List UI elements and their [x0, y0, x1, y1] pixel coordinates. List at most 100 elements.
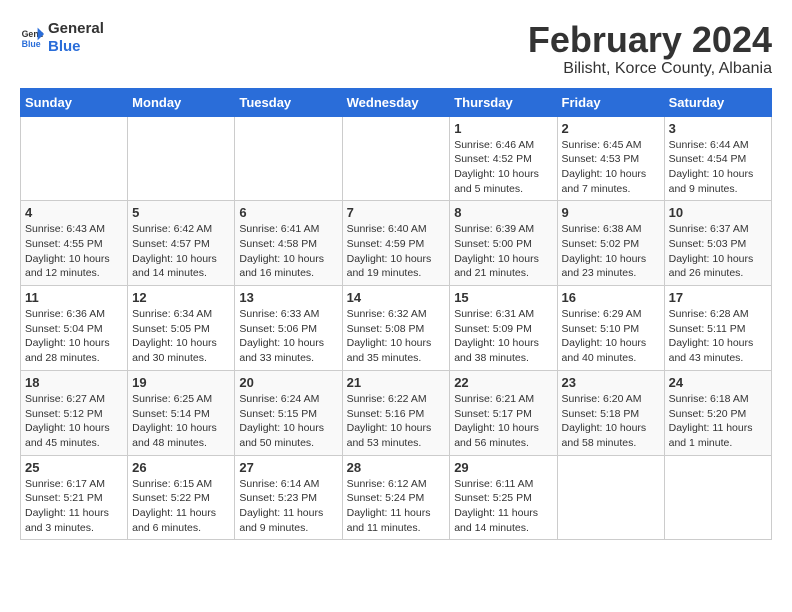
day-info: Sunrise: 6:18 AM Sunset: 5:20 PM Dayligh… [669, 392, 767, 451]
calendar-cell: 16Sunrise: 6:29 AM Sunset: 5:10 PM Dayli… [557, 286, 664, 371]
day-info: Sunrise: 6:38 AM Sunset: 5:02 PM Dayligh… [562, 222, 660, 281]
calendar-cell: 21 Sunrise: 6:22 AM Sunset: 5:16 PM Dayli… [342, 370, 450, 455]
day-number: 18 [25, 375, 123, 390]
day-number: 15 [454, 290, 552, 305]
calendar-cell: 18 Sunrise: 6:27 AM Sunset: 5:12 PM Dayli… [21, 370, 128, 455]
day-number: 27 [239, 460, 337, 475]
calendar-cell: 14 Sunrise: 6:32 AM Sunset: 5:08 PM Dayli… [342, 286, 450, 371]
logo: General Blue General Blue [20, 20, 104, 56]
calendar-week-row: 1 Sunrise: 6:46 AM Sunset: 4:52 PM Daylig… [21, 116, 772, 201]
day-number: 21 [347, 375, 446, 390]
logo-blue: Blue [48, 38, 104, 56]
page-header: General Blue General Blue February 2024 … [20, 20, 772, 78]
day-number: 25 [25, 460, 123, 475]
calendar-cell: 5 Sunrise: 6:42 AM Sunset: 4:57 PM Daylig… [128, 201, 235, 286]
day-info: Sunrise: 6:32 AM Sunset: 5:08 PM Dayligh… [347, 307, 446, 366]
day-info: Sunrise: 6:20 AM Sunset: 5:18 PM Dayligh… [562, 392, 660, 451]
calendar-cell: 9 Sunrise: 6:38 AM Sunset: 5:02 PM Daylig… [557, 201, 664, 286]
day-number: 26 [132, 460, 230, 475]
day-info: Sunrise: 6:25 AM Sunset: 5:14 PM Dayligh… [132, 392, 230, 451]
calendar-cell [664, 455, 771, 540]
day-number: 20 [239, 375, 337, 390]
day-info: Sunrise: 6:44 AM Sunset: 4:54 PM Dayligh… [669, 138, 767, 197]
day-info: Sunrise: 6:43 AM Sunset: 4:55 PM Dayligh… [25, 222, 123, 281]
calendar-cell: 28 Sunrise: 6:12 AM Sunset: 5:24 PM Dayli… [342, 455, 450, 540]
calendar-cell: 27 Sunrise: 6:14 AM Sunset: 5:23 PM Dayli… [235, 455, 342, 540]
calendar-cell: 12 Sunrise: 6:34 AM Sunset: 5:05 PM Dayli… [128, 286, 235, 371]
calendar-cell: 15 Sunrise: 6:31 AM Sunset: 5:09 PM Dayli… [450, 286, 557, 371]
day-header-sunday: Sunday [21, 88, 128, 116]
day-info: Sunrise: 6:17 AM Sunset: 5:21 PM Dayligh… [25, 477, 123, 536]
day-number: 7 [347, 205, 446, 220]
calendar-cell: 26 Sunrise: 6:15 AM Sunset: 5:22 PM Dayli… [128, 455, 235, 540]
logo-general: General [48, 20, 104, 38]
calendar-cell: 2 Sunrise: 6:45 AM Sunset: 4:53 PM Daylig… [557, 116, 664, 201]
calendar-cell: 8Sunrise: 6:39 AM Sunset: 5:00 PM Daylig… [450, 201, 557, 286]
calendar-cell: 7 Sunrise: 6:40 AM Sunset: 4:59 PM Daylig… [342, 201, 450, 286]
day-info: Sunrise: 6:31 AM Sunset: 5:09 PM Dayligh… [454, 307, 552, 366]
day-number: 28 [347, 460, 446, 475]
day-info: Sunrise: 6:22 AM Sunset: 5:16 PM Dayligh… [347, 392, 446, 451]
day-number: 10 [669, 205, 767, 220]
calendar-week-row: 4Sunrise: 6:43 AM Sunset: 4:55 PM Daylig… [21, 201, 772, 286]
calendar-cell: 29Sunrise: 6:11 AM Sunset: 5:25 PM Dayli… [450, 455, 557, 540]
day-info: Sunrise: 6:12 AM Sunset: 5:24 PM Dayligh… [347, 477, 446, 536]
day-info: Sunrise: 6:46 AM Sunset: 4:52 PM Dayligh… [454, 138, 552, 197]
day-info: Sunrise: 6:45 AM Sunset: 4:53 PM Dayligh… [562, 138, 660, 197]
calendar-cell [128, 116, 235, 201]
calendar-cell: 10Sunrise: 6:37 AM Sunset: 5:03 PM Dayli… [664, 201, 771, 286]
calendar-header-row: SundayMondayTuesdayWednesdayThursdayFrid… [21, 88, 772, 116]
day-info: Sunrise: 6:29 AM Sunset: 5:10 PM Dayligh… [562, 307, 660, 366]
subtitle: Bilisht, Korce County, Albania [528, 60, 772, 78]
day-info: Sunrise: 6:39 AM Sunset: 5:00 PM Dayligh… [454, 222, 552, 281]
day-number: 5 [132, 205, 230, 220]
calendar-cell: 24Sunrise: 6:18 AM Sunset: 5:20 PM Dayli… [664, 370, 771, 455]
day-number: 9 [562, 205, 660, 220]
calendar-week-row: 11Sunrise: 6:36 AM Sunset: 5:04 PM Dayli… [21, 286, 772, 371]
calendar-cell: 20 Sunrise: 6:24 AM Sunset: 5:15 PM Dayli… [235, 370, 342, 455]
calendar-week-row: 18 Sunrise: 6:27 AM Sunset: 5:12 PM Dayli… [21, 370, 772, 455]
calendar-cell: 19 Sunrise: 6:25 AM Sunset: 5:14 PM Dayli… [128, 370, 235, 455]
day-header-saturday: Saturday [664, 88, 771, 116]
day-number: 12 [132, 290, 230, 305]
day-info: Sunrise: 6:42 AM Sunset: 4:57 PM Dayligh… [132, 222, 230, 281]
day-number: 11 [25, 290, 123, 305]
day-info: Sunrise: 6:14 AM Sunset: 5:23 PM Dayligh… [239, 477, 337, 536]
logo-icon: General Blue [20, 26, 44, 50]
day-info: Sunrise: 6:40 AM Sunset: 4:59 PM Dayligh… [347, 222, 446, 281]
calendar-cell [557, 455, 664, 540]
day-number: 22 [454, 375, 552, 390]
day-info: Sunrise: 6:15 AM Sunset: 5:22 PM Dayligh… [132, 477, 230, 536]
day-number: 6 [239, 205, 337, 220]
calendar-cell: 17 Sunrise: 6:28 AM Sunset: 5:11 PM Dayli… [664, 286, 771, 371]
day-number: 17 [669, 290, 767, 305]
calendar-cell: 4Sunrise: 6:43 AM Sunset: 4:55 PM Daylig… [21, 201, 128, 286]
title-section: February 2024 Bilisht, Korce County, Alb… [528, 20, 772, 78]
svg-text:Blue: Blue [22, 39, 41, 49]
calendar-cell [342, 116, 450, 201]
calendar-cell: 11Sunrise: 6:36 AM Sunset: 5:04 PM Dayli… [21, 286, 128, 371]
day-info: Sunrise: 6:33 AM Sunset: 5:06 PM Dayligh… [239, 307, 337, 366]
day-number: 19 [132, 375, 230, 390]
calendar-cell: 1 Sunrise: 6:46 AM Sunset: 4:52 PM Daylig… [450, 116, 557, 201]
day-number: 14 [347, 290, 446, 305]
day-info: Sunrise: 6:24 AM Sunset: 5:15 PM Dayligh… [239, 392, 337, 451]
day-info: Sunrise: 6:27 AM Sunset: 5:12 PM Dayligh… [25, 392, 123, 451]
day-header-friday: Friday [557, 88, 664, 116]
day-header-wednesday: Wednesday [342, 88, 450, 116]
calendar-cell: 13 Sunrise: 6:33 AM Sunset: 5:06 PM Dayli… [235, 286, 342, 371]
day-number: 3 [669, 121, 767, 136]
calendar-cell: 6Sunrise: 6:41 AM Sunset: 4:58 PM Daylig… [235, 201, 342, 286]
day-number: 29 [454, 460, 552, 475]
day-header-monday: Monday [128, 88, 235, 116]
day-header-tuesday: Tuesday [235, 88, 342, 116]
calendar-cell: 22 Sunrise: 6:21 AM Sunset: 5:17 PM Dayli… [450, 370, 557, 455]
day-number: 1 [454, 121, 552, 136]
calendar-cell [235, 116, 342, 201]
day-info: Sunrise: 6:21 AM Sunset: 5:17 PM Dayligh… [454, 392, 552, 451]
day-number: 2 [562, 121, 660, 136]
day-info: Sunrise: 6:34 AM Sunset: 5:05 PM Dayligh… [132, 307, 230, 366]
calendar-cell: 25 Sunrise: 6:17 AM Sunset: 5:21 PM Dayli… [21, 455, 128, 540]
day-info: Sunrise: 6:28 AM Sunset: 5:11 PM Dayligh… [669, 307, 767, 366]
day-number: 13 [239, 290, 337, 305]
